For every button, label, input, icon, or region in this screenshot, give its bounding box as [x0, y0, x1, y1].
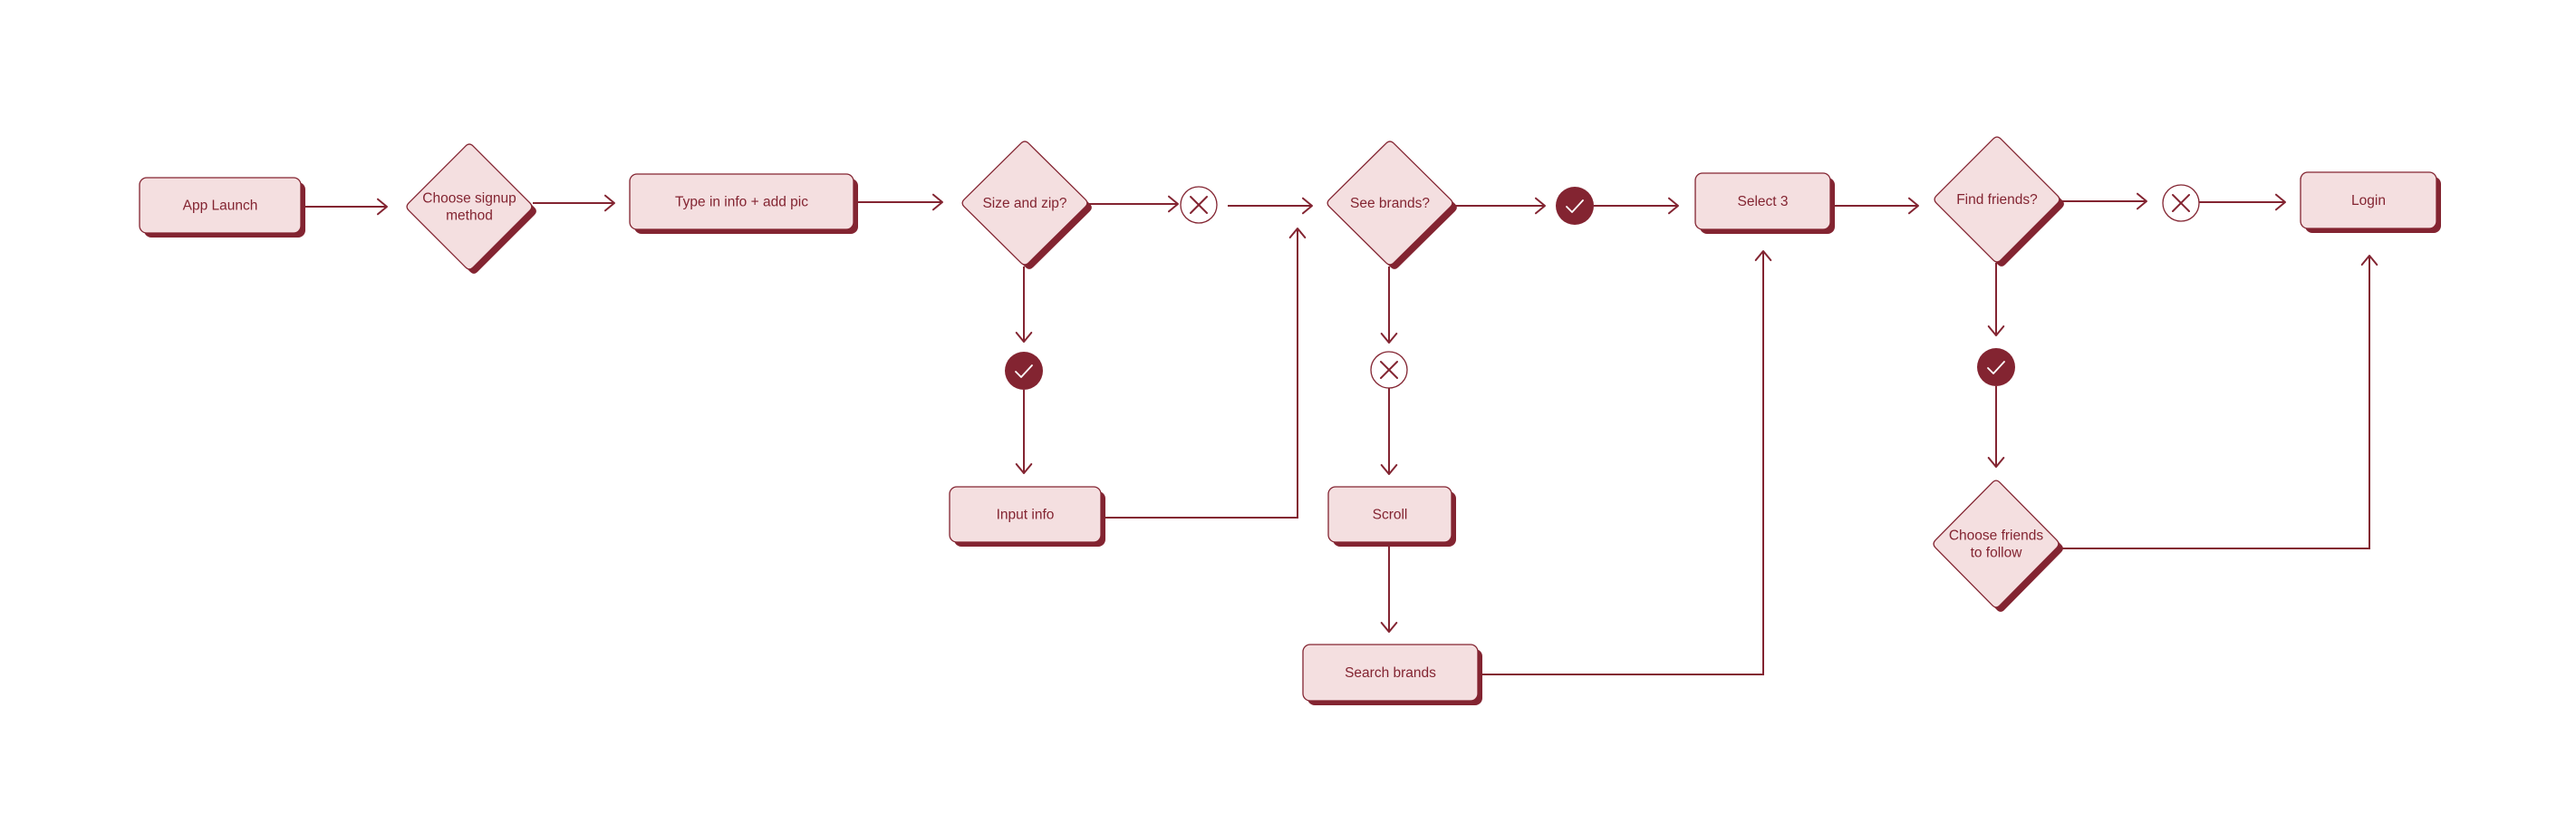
- check-icon: [1005, 352, 1043, 390]
- node-label-line: method: [446, 208, 493, 223]
- node-label: App Launch: [183, 198, 258, 213]
- x-icon: [1370, 351, 1408, 389]
- node-size-zip[interactable]: Size and zip?: [961, 141, 1092, 269]
- node-label-line: Choose signup: [422, 190, 516, 206]
- edge-search-brands-to-select-3: [1479, 250, 1772, 675]
- node-label: See brands?: [1350, 196, 1430, 211]
- node-label-line: Search brands: [1345, 665, 1436, 681]
- edge-input-info-to-see-brands: [1101, 228, 1307, 519]
- edge-choose-signup-to-type-info: [533, 194, 615, 212]
- node-search-brands[interactable]: Search brands: [1302, 644, 1482, 705]
- node-label-line: See brands?: [1350, 196, 1430, 211]
- edge-size-zip-yes-to-input-info: [1015, 390, 1033, 474]
- edge-size-zip-no-to-see-brands: [1228, 197, 1313, 215]
- node-login[interactable]: Login: [2300, 171, 2441, 233]
- flow-diagram: App Launch Choose signup method Type in inf…: [139, 136, 2441, 705]
- node-app-launch[interactable]: App Launch: [139, 177, 305, 238]
- node-label-line: Type in info + add pic: [675, 194, 808, 209]
- x-icon: [1180, 186, 1218, 224]
- check-badge: [1977, 348, 2015, 386]
- edge-see-brands-to-see-brands-no: [1380, 267, 1398, 344]
- edge-scroll-to-search-brands: [1380, 546, 1398, 633]
- node-label: Size and zip?: [982, 196, 1066, 211]
- decision-diamond: [406, 143, 533, 270]
- node-scroll[interactable]: Scroll: [1327, 486, 1456, 547]
- node-label: Type in info + add pic: [675, 194, 808, 209]
- edge-find-friends-to-find-friends-yes: [1987, 263, 2005, 336]
- node-choose-friends[interactable]: Choose friends to follow: [1933, 480, 2063, 612]
- edge-find-friends-yes-to-choose-friends: [1987, 386, 2005, 468]
- node-label: Find friends?: [1956, 192, 2038, 208]
- edge-see-brands-no-to-scroll: [1380, 388, 1398, 475]
- node-see-brands[interactable]: See brands?: [1327, 141, 1457, 269]
- check-icon: [1556, 187, 1594, 225]
- connector-line: [2060, 256, 2370, 549]
- node-type-info[interactable]: Type in info + add pic: [629, 173, 858, 234]
- edge-choose-friends-to-login: [2060, 255, 2378, 549]
- edge-size-zip-to-size-zip-yes: [1015, 267, 1033, 343]
- connector-line: [1101, 228, 1298, 519]
- edge-app-launch-to-choose-signup: [302, 198, 388, 216]
- edges-layer: [302, 192, 2378, 675]
- edge-see-brands-to-see-brands-yes: [1454, 197, 1546, 215]
- node-label-line: Find friends?: [1956, 192, 2038, 208]
- decision-diamond: [1933, 480, 2060, 608]
- node-label-line: Login: [2351, 193, 2386, 208]
- node-label-line: Choose friends: [1949, 528, 2044, 543]
- check-badge: [1005, 352, 1043, 390]
- edge-size-zip-to-size-zip-no: [1089, 195, 1179, 213]
- node-label: Scroll: [1373, 507, 1408, 522]
- edge-see-brands-yes-to-select-3: [1594, 197, 1679, 215]
- edge-select-3-to-find-friends: [1834, 197, 1919, 215]
- node-select-3[interactable]: Select 3: [1694, 172, 1835, 234]
- node-label: Login: [2351, 193, 2386, 208]
- edge-type-info-to-size-zip: [854, 193, 943, 211]
- node-label-line: Select 3: [1737, 194, 1788, 209]
- node-label-line: Input info: [997, 507, 1055, 522]
- node-label: Search brands: [1345, 665, 1436, 681]
- x-icon: [2162, 184, 2200, 222]
- node-label-line: App Launch: [183, 198, 258, 213]
- node-label-line: to follow: [1971, 545, 2023, 560]
- node-label-line: Size and zip?: [982, 196, 1066, 211]
- node-choose-signup[interactable]: Choose signup method: [406, 143, 536, 274]
- edge-find-friends-no-to-login: [2199, 193, 2286, 211]
- node-input-info[interactable]: Input info: [949, 486, 1105, 547]
- connector-line: [1479, 251, 1764, 675]
- node-label: Select 3: [1737, 194, 1788, 209]
- check-badge: [1556, 187, 1594, 225]
- nodes-layer: App Launch Choose signup method Type in inf…: [139, 136, 2441, 705]
- node-label-line: Scroll: [1373, 507, 1408, 522]
- check-icon: [1977, 348, 2015, 386]
- node-label: Input info: [997, 507, 1055, 522]
- edge-find-friends-to-find-friends-no: [2061, 192, 2147, 210]
- node-find-friends[interactable]: Find friends?: [1934, 136, 2064, 267]
